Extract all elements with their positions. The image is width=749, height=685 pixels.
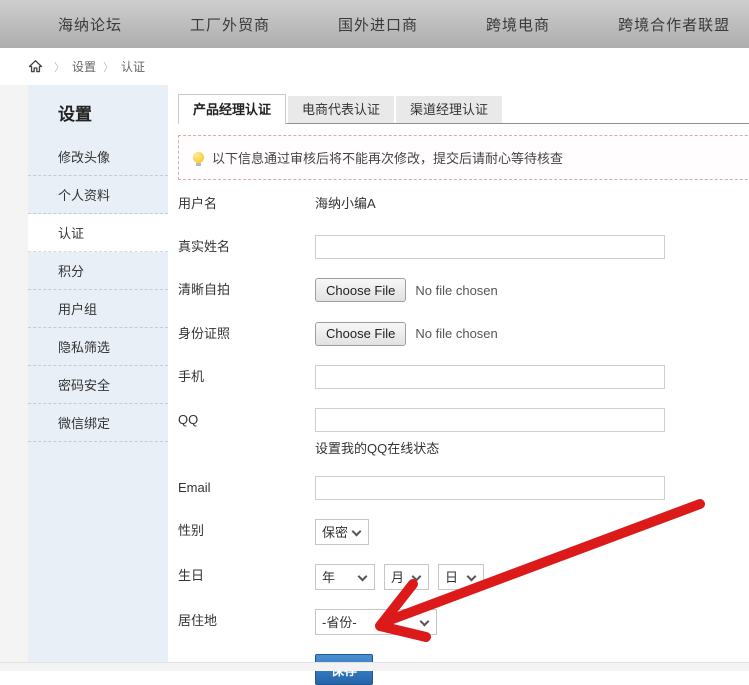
form-row-selfie: 清晰自拍Choose File No file chosen — [178, 278, 749, 303]
sidebar-item-认证[interactable]: 认证 — [28, 214, 168, 252]
settings-sidebar: 设置 修改头像个人资料认证积分用户组隐私筛选密码安全微信绑定 — [28, 85, 168, 663]
form-row-id-photo: 身份证照Choose File No file chosen — [178, 322, 749, 347]
field-label: 性别 — [178, 519, 315, 543]
sidebar-item-用户组[interactable]: 用户组 — [28, 290, 168, 328]
bulb-icon — [193, 152, 204, 163]
field-label: 身份证照 — [178, 322, 315, 346]
field-label: Email — [178, 476, 315, 500]
form-row-username: 用户名海纳小编A — [178, 192, 749, 216]
nav-item-0[interactable]: 海纳论坛 — [58, 14, 122, 35]
breadcrumb: 〉设置〉认证 — [0, 48, 749, 85]
selfie-file-status: No file chosen — [415, 283, 497, 298]
form-row-qq: QQ设置我的QQ在线状态 — [178, 408, 749, 457]
breadcrumb-separator: 〉 — [103, 59, 114, 75]
sidebar-item-个人资料[interactable]: 个人资料 — [28, 176, 168, 214]
notice-text: 以下信息通过审核后将不能再次修改，提交后请耐心等待核查 — [212, 148, 563, 167]
gender-dropdown[interactable]: 保密 — [316, 520, 368, 544]
birthday-dropdown-0[interactable]: 年 — [316, 565, 374, 589]
qq-input[interactable] — [315, 408, 665, 432]
birthday-dropdown-1[interactable]: 月 — [385, 565, 428, 589]
residence-select[interactable]: -省份- — [315, 609, 437, 635]
nav-item-1[interactable]: 工厂外贸商 — [190, 14, 270, 35]
sidebar-title: 设置 — [28, 85, 168, 138]
left-gutter — [0, 85, 28, 663]
field-label: 居住地 — [178, 609, 315, 633]
form-row-birthday: 生日年月日 — [178, 564, 749, 590]
field-label: 生日 — [178, 564, 315, 588]
top-navbar: 海纳论坛 工厂外贸商 国外进口商 跨境电商 跨境合作者联盟 — [0, 0, 749, 48]
sidebar-item-隐私筛选[interactable]: 隐私筛选 — [28, 328, 168, 366]
breadcrumb-separator: 〉 — [54, 59, 65, 75]
tab-0[interactable]: 产品经理认证 — [178, 94, 286, 124]
birthday-select-2[interactable]: 日 — [438, 564, 484, 590]
sidebar-item-密码安全[interactable]: 密码安全 — [28, 366, 168, 404]
username-value: 海纳小编A — [315, 196, 376, 211]
tab-2[interactable]: 渠道经理认证 — [396, 96, 502, 123]
id-photo-file-status: No file chosen — [415, 326, 497, 341]
residence-dropdown[interactable]: -省份- — [316, 610, 436, 634]
id-photo-choose-file-button[interactable]: Choose File — [315, 322, 406, 346]
qq-hint: 设置我的QQ在线状态 — [315, 438, 665, 457]
home-icon[interactable] — [28, 59, 43, 74]
mobile-input[interactable] — [315, 365, 665, 389]
field-label: 用户名 — [178, 192, 315, 216]
selfie-choose-file-button[interactable]: Choose File — [315, 278, 406, 302]
form-row-mobile: 手机 — [178, 365, 749, 389]
verification-tabs: 产品经理认证电商代表认证渠道经理认证 — [178, 94, 749, 124]
form-row-gender: 性别保密 — [178, 519, 749, 545]
tab-1[interactable]: 电商代表认证 — [288, 96, 394, 123]
nav-item-2[interactable]: 国外进口商 — [338, 14, 418, 35]
gender-select[interactable]: 保密 — [315, 519, 369, 545]
birthday-dropdown-2[interactable]: 日 — [439, 565, 483, 589]
field-label: 手机 — [178, 365, 315, 389]
content-area: 设置 修改头像个人资料认证积分用户组隐私筛选密码安全微信绑定 产品经理认证电商代… — [0, 85, 749, 663]
form-row-email: Email — [178, 476, 749, 500]
sidebar-item-积分[interactable]: 积分 — [28, 252, 168, 290]
main-panel: 产品经理认证电商代表认证渠道经理认证 以下信息通过审核后将不能再次修改，提交后请… — [178, 85, 749, 663]
nav-item-3[interactable]: 跨境电商 — [486, 14, 550, 35]
form-row-residence: 居住地-省份- — [178, 609, 749, 635]
breadcrumb-item-0[interactable]: 设置 — [72, 58, 96, 75]
form-row-realname: 真实姓名 — [178, 235, 749, 259]
field-label: 真实姓名 — [178, 235, 315, 259]
birthday-select-1[interactable]: 月 — [384, 564, 429, 590]
field-label: 清晰自拍 — [178, 278, 315, 302]
birthday-select-0[interactable]: 年 — [315, 564, 375, 590]
nav-item-4[interactable]: 跨境合作者联盟 — [618, 14, 730, 35]
field-label: QQ — [178, 408, 315, 432]
notice-banner: 以下信息通过审核后将不能再次修改，提交后请耐心等待核查 — [178, 135, 749, 180]
footer-strip — [0, 662, 749, 671]
verification-form: 用户名海纳小编A 真实姓名清晰自拍Choose File No file chose… — [178, 192, 749, 635]
email-input[interactable] — [315, 476, 665, 500]
sidebar-item-微信绑定[interactable]: 微信绑定 — [28, 404, 168, 442]
sidebar-item-修改头像[interactable]: 修改头像 — [28, 138, 168, 176]
breadcrumb-item-1[interactable]: 认证 — [121, 58, 145, 75]
realname-input[interactable] — [315, 235, 665, 259]
